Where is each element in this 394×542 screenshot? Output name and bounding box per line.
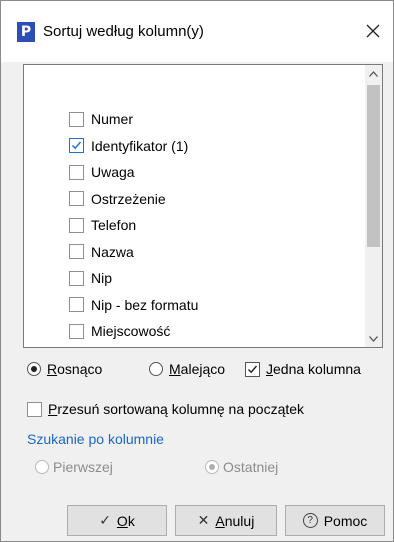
list-scrollbar[interactable] — [365, 65, 382, 347]
close-icon — [366, 24, 380, 38]
order-ascending-label: Rosnąco — [47, 361, 103, 377]
column-label: Identyfikator (1) — [91, 137, 189, 154]
ok-label: Ok — [116, 512, 135, 529]
column-checkbox[interactable] — [69, 217, 84, 233]
search-first-option[interactable]: Pierwszej — [35, 459, 113, 475]
column-checkbox[interactable] — [69, 323, 84, 339]
order-descending-option[interactable]: Malejąco — [149, 361, 225, 377]
checkmark-icon — [71, 141, 82, 150]
help-button[interactable]: ? Pomoc — [285, 505, 385, 536]
chevron-down-icon — [369, 335, 378, 342]
move-to-start-label: Przesuń sortowaną kolumnę na początek — [48, 401, 305, 417]
order-descending-radio[interactable] — [149, 362, 163, 376]
help-label: Pomoc — [323, 512, 368, 529]
scroll-thumb[interactable] — [367, 85, 380, 247]
cancel-button[interactable]: ✕ Anuluj — [175, 505, 277, 536]
close-icon: ✕ — [197, 512, 210, 528]
column-checkbox[interactable] — [69, 244, 84, 259]
column-checkbox[interactable] — [69, 111, 84, 127]
column-list-item[interactable]: Ostrzeżenie — [69, 186, 329, 212]
column-label: Nip — [91, 270, 113, 286]
column-label: Nazwa — [91, 243, 134, 260]
column-list-item[interactable]: Identyfikator (1) — [69, 133, 329, 159]
checkmark-icon — [248, 365, 258, 373]
column-list-item[interactable]: Nazwa — [69, 239, 329, 265]
column-label: Nip - bez formatu — [91, 296, 199, 313]
column-list-item[interactable]: Miejscowość — [69, 318, 329, 344]
column-list-item[interactable]: Numer — [69, 106, 329, 132]
column-label: Numer — [91, 111, 134, 127]
scroll-up-button[interactable] — [365, 65, 382, 82]
move-to-start-option[interactable]: Przesuń sortowaną kolumnę na początek — [27, 401, 304, 417]
order-ascending-option[interactable]: Rosnąco — [27, 361, 102, 377]
order-descending-label: Malejąco — [169, 361, 226, 377]
search-group-title: Szukanie po kolumnie — [27, 431, 164, 447]
column-label: Ostrzeżenie — [91, 190, 166, 207]
columns-listbox[interactable]: Numer Identyfikator (1) Uwaga Ostrzeżenie Te… — [23, 64, 383, 348]
single-column-option[interactable]: Jedna kolumna — [245, 361, 361, 377]
single-column-checkbox[interactable] — [245, 361, 260, 377]
ok-button[interactable]: ✓ Ok — [67, 505, 167, 536]
check-icon: ✓ — [99, 512, 111, 528]
column-label: Uwaga — [91, 164, 135, 180]
help-icon: ? — [302, 513, 318, 528]
column-checkbox[interactable] — [69, 164, 84, 180]
column-label: Miejscowość — [91, 323, 171, 339]
sort-dialog: P Sortuj według kolumn(y) Numer Identyfik… — [0, 0, 394, 542]
app-icon: P — [17, 22, 35, 42]
column-list-item[interactable]: Telefon — [69, 212, 329, 238]
search-last-label: Ostatniej — [223, 459, 279, 475]
column-label: Telefon — [91, 217, 137, 233]
column-checkbox[interactable] — [69, 138, 84, 153]
column-checkbox[interactable] — [69, 191, 84, 206]
column-list-item[interactable]: Nip - bez formatu — [69, 292, 329, 318]
search-first-label: Pierwszej — [53, 459, 113, 475]
column-list-item[interactable]: Nip — [69, 265, 329, 291]
single-column-label: Jedna kolumna — [266, 361, 361, 377]
search-first-radio[interactable] — [35, 460, 49, 474]
title-bar: P Sortuj według kolumn(y) — [1, 1, 393, 62]
search-last-radio[interactable] — [205, 460, 219, 474]
order-ascending-radio[interactable] — [27, 362, 41, 376]
move-to-start-checkbox[interactable] — [27, 401, 42, 417]
column-checkbox[interactable] — [69, 270, 84, 286]
column-checkbox[interactable] — [69, 297, 84, 312]
search-last-option[interactable]: Ostatniej — [205, 459, 278, 475]
scroll-down-button[interactable] — [365, 330, 382, 347]
cancel-label: Anuluj — [215, 512, 255, 529]
close-button[interactable] — [353, 13, 393, 49]
chevron-up-icon — [369, 70, 378, 77]
dialog-title: Sortuj według kolumn(y) — [43, 23, 204, 40]
column-list-item[interactable]: Uwaga — [69, 159, 329, 185]
